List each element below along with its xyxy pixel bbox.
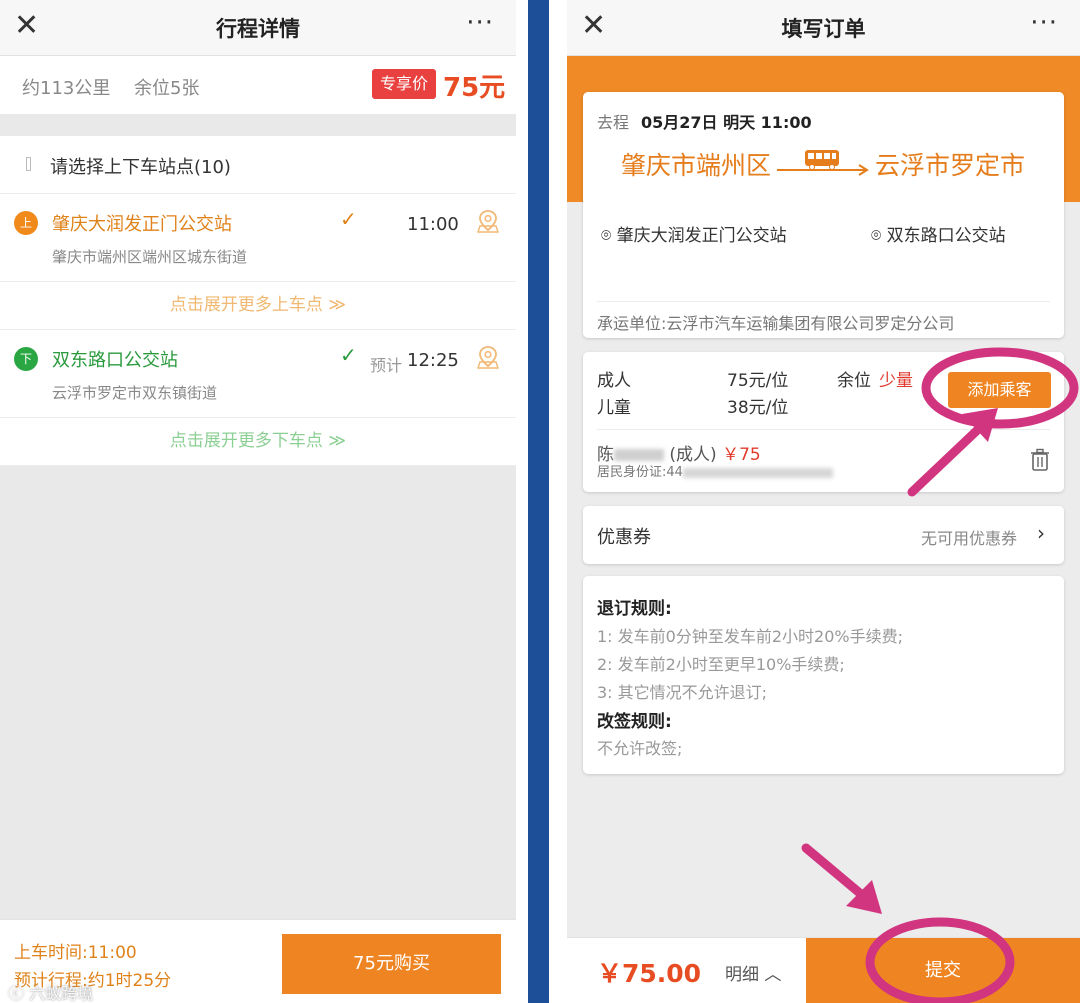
departure-time: 上车时间:11:00 — [14, 943, 137, 963]
divider-gap — [516, 0, 528, 1003]
child-label: 儿童 — [597, 398, 631, 418]
coupon-label: 优惠券 — [597, 527, 651, 548]
alighting-address: 云浮市罗定市双东镇街道 — [52, 384, 218, 402]
trip-summary: 约113公里 余位5张 专享价 75元 — [0, 56, 516, 114]
map-pin-icon[interactable] — [474, 208, 502, 236]
destination-station-name: 双东路口公交站 — [886, 226, 1006, 246]
more-icon[interactable]: ··· — [1030, 8, 1058, 38]
alighting-station-name: 双东路口公交站 — [52, 350, 178, 371]
station-list: 请选择上下车站点(10) 上 肇庆大润发正门公交站 ✓ 11:00 肇庆市端州区… — [0, 136, 516, 466]
seats-text: 余位5张 — [134, 78, 200, 99]
buy-button[interactable]: 75元购买 — [282, 934, 501, 994]
boarding-station[interactable]: 上 肇庆大润发正门公交站 ✓ 11:00 肇庆市端州区端州区城东街道 — [0, 194, 516, 282]
divider-gap — [549, 0, 567, 1003]
distance-text: 约113公里 — [22, 78, 111, 99]
coupon-value: 无可用优惠券 — [921, 529, 1018, 548]
watermark: ⓒ 六蚁跨境 — [8, 984, 94, 1003]
price-detail-toggle[interactable]: 明细 ︿ — [725, 960, 781, 985]
total-price: ￥75.00 — [597, 959, 702, 988]
purchase-bar: 上车时间:11:00 预计行程:约1时25分 ⓒ 六蚁跨境 75元购买 — [0, 919, 516, 1003]
chevron-right-icon: › — [1037, 521, 1045, 545]
refund-rules-title: 退订规则: — [597, 599, 672, 619]
boarding-station-name: 肇庆大润发正门公交站 — [52, 214, 232, 235]
boarding-marker-icon: 上 — [14, 211, 38, 235]
expand-boarding-stations[interactable]: 点击展开更多上车点 ≫ — [0, 282, 516, 330]
trip-details-screen: ✕ 行程详情 ··· 约113公里 余位5张 专享价 75元 请选择上下车站点(… — [0, 0, 516, 1003]
alighting-marker-icon: 下 — [14, 347, 38, 371]
carrier-text: 承运单位:云浮市汽车运输集团有限公司罗定分公司 — [597, 301, 1050, 334]
divider-bar — [528, 0, 549, 1003]
seat-label: 余位 — [837, 371, 871, 391]
price-text: 75元 — [443, 73, 506, 103]
refund-rule-item: 1: 发车前0分钟至发车前2小时20%手续费; — [597, 627, 903, 646]
coupon-row[interactable]: 优惠券 无可用优惠券 › — [583, 506, 1064, 564]
id-label: 居民身份证:44 — [597, 465, 683, 480]
origin-station: ⌾ 肇庆大润发正门公交站 — [601, 222, 801, 250]
refund-rule-item: 3: 其它情况不允许退订; — [597, 683, 768, 702]
destination-city: 云浮市罗定市 — [875, 151, 1026, 180]
rules-card: 退订规则: 1: 发车前0分钟至发车前2小时20%手续费; 2: 发车前2小时至… — [583, 576, 1064, 774]
expand-alighting-stations[interactable]: 点击展开更多下车点 ≫ — [0, 418, 516, 466]
page-title: 填写订单 — [781, 17, 866, 41]
station-list-header: 请选择上下车站点(10) — [0, 136, 516, 194]
passenger-card: 成人 75元/位 余位 少量 儿童 38元/位 添加乘客 陈 (成人) ￥75 … — [583, 352, 1064, 492]
seat-status: 少量 — [879, 371, 913, 391]
page-title: 行程详情 — [216, 17, 300, 41]
boarding-address: 肇庆市端州区端州区城东街道 — [52, 248, 248, 266]
alighting-time: 12:25 — [407, 350, 459, 371]
passenger-id: 居民身份证:44 — [597, 461, 833, 480]
map-pin-icon[interactable] — [474, 344, 502, 372]
change-rule-text: 不允许改签; — [597, 739, 683, 758]
trip-direction: 去程 — [597, 113, 630, 132]
origin-city: 肇庆市端州区 — [621, 151, 772, 180]
order-form-screen: ✕ 填写订单 ··· 去程 05月27日 明天 11:00 肇庆市端州区 云浮市… — [567, 0, 1080, 1003]
alighting-station[interactable]: 下 双东路口公交站 ✓ 预计 12:25 云浮市罗定市双东镇街道 — [0, 330, 516, 418]
adult-price: 75元/位 — [727, 371, 789, 391]
section-marker-icon — [26, 157, 31, 171]
trip-card: 去程 05月27日 明天 11:00 肇庆市端州区 云浮市罗定市 ⌾ 肇庆大润发… — [583, 92, 1064, 338]
origin-station-name: 肇庆大润发正门公交站 — [616, 226, 787, 246]
nav-bar: ✕ 填写订单 ··· — [567, 0, 1080, 56]
section-gap — [0, 114, 516, 136]
trip-date: 05月27日 明天 11:00 — [641, 113, 812, 132]
redacted-text — [614, 449, 664, 461]
adult-label: 成人 — [597, 371, 631, 391]
boarding-time: 11:00 — [407, 214, 459, 235]
submit-bar: ￥75.00 明细 ︿ 提交 — [567, 937, 1080, 1003]
trash-icon[interactable] — [1029, 448, 1051, 472]
check-icon: ✓ — [340, 343, 357, 367]
location-pin-icon: ⌾ — [601, 226, 612, 246]
check-icon: ✓ — [340, 207, 357, 231]
bus-arrow-icon — [777, 150, 869, 176]
change-rules-title: 改签规则: — [597, 712, 672, 732]
redacted-text — [682, 467, 833, 478]
station-list-title: 请选择上下车站点(10) — [50, 157, 231, 178]
nav-bar: ✕ 行程详情 ··· — [0, 0, 516, 56]
exclusive-price-badge: 专享价 — [372, 69, 437, 99]
estimated-label: 预计 — [370, 356, 403, 375]
submit-button[interactable]: 提交 — [806, 938, 1080, 1003]
child-price: 38元/位 — [727, 398, 789, 418]
divider — [597, 429, 1050, 430]
more-icon[interactable]: ··· — [466, 8, 494, 38]
location-pin-icon: ⌾ — [871, 226, 882, 246]
add-passenger-button[interactable]: 添加乘客 — [948, 372, 1051, 408]
destination-station: ⌾ 双东路口公交站 — [871, 222, 1051, 250]
refund-rule-item: 2: 发车前2小时至更早10%手续费; — [597, 655, 845, 674]
